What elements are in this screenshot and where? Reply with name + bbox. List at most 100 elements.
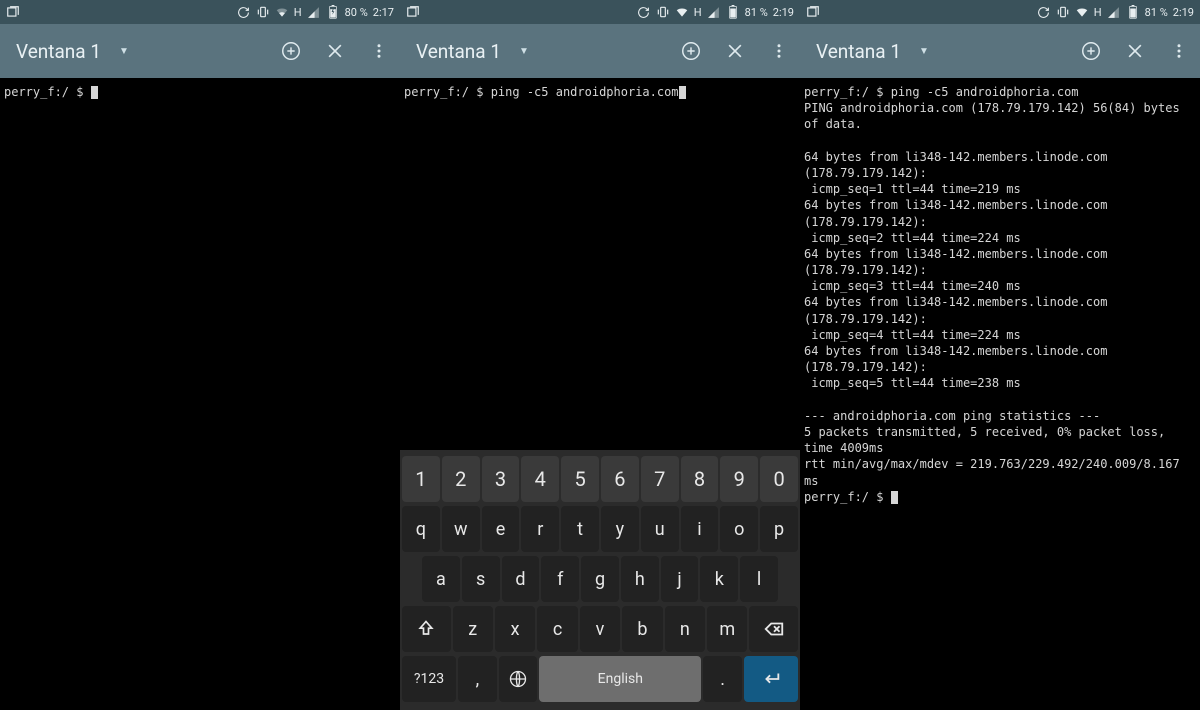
key-t[interactable]: t — [561, 506, 599, 552]
key-e[interactable]: e — [482, 506, 520, 552]
status-bar: H 81 % 2:19 — [400, 0, 800, 24]
key-s[interactable]: s — [462, 556, 500, 602]
overflow-menu-icon[interactable] — [768, 40, 790, 62]
overflow-menu-icon[interactable] — [1168, 40, 1190, 62]
wifi-icon — [275, 5, 289, 19]
key-5[interactable]: 5 — [561, 456, 599, 502]
app-toolbar: Ventana 1 ▼ — [400, 24, 800, 78]
close-icon[interactable] — [724, 40, 746, 62]
vibrate-icon — [1056, 5, 1070, 19]
key-g[interactable]: g — [581, 556, 619, 602]
sync-icon — [637, 5, 651, 19]
close-icon[interactable] — [1124, 40, 1146, 62]
key-p[interactable]: p — [760, 506, 798, 552]
key-9[interactable]: 9 — [720, 456, 758, 502]
add-window-icon[interactable] — [680, 40, 702, 62]
add-window-icon[interactable] — [280, 40, 302, 62]
enter-key[interactable] — [744, 656, 798, 702]
screenshot-panel-2: H 81 % 2:19 Ventana 1 ▼ perry_f:/ $ ping… — [400, 0, 800, 710]
sync-icon — [1037, 5, 1051, 19]
clock-text: 2:19 — [773, 6, 794, 19]
screenshot-panel-3: H 81 % 2:19 Ventana 1 ▼ perry_f:/ $ ping… — [800, 0, 1200, 710]
tabs-icon — [806, 5, 820, 19]
sync-icon — [237, 5, 251, 19]
screenshot-panel-1: H 80 % 2:17 Ventana 1 ▼ perry_f:/ $ — [0, 0, 400, 710]
shift-key[interactable] — [402, 606, 451, 652]
net-letter: H — [294, 6, 302, 19]
clock-text: 2:19 — [1173, 6, 1194, 19]
net-letter: H — [1094, 6, 1102, 19]
terminal-output[interactable]: perry_f:/ $ — [0, 78, 400, 710]
key-b[interactable]: b — [622, 606, 662, 652]
key-c[interactable]: c — [537, 606, 577, 652]
backspace-key[interactable] — [749, 606, 798, 652]
key-8[interactable]: 8 — [681, 456, 719, 502]
space-key[interactable]: English — [539, 656, 701, 702]
wifi-icon — [675, 5, 689, 19]
net-letter: H — [694, 6, 702, 19]
window-dropdown[interactable]: Ventana 1 ▼ — [16, 40, 129, 63]
app-toolbar: Ventana 1 ▼ — [0, 24, 400, 78]
key-1[interactable]: 1 — [402, 456, 440, 502]
battery-text: 80 % — [345, 6, 368, 19]
key-i[interactable]: i — [681, 506, 719, 552]
add-window-icon[interactable] — [1080, 40, 1102, 62]
battery-text: 81 % — [745, 6, 768, 19]
key-0[interactable]: 0 — [760, 456, 798, 502]
key-f[interactable]: f — [541, 556, 579, 602]
clock-text: 2:17 — [373, 6, 394, 19]
symbols-key[interactable]: ?123 — [402, 656, 456, 702]
battery-icon — [1126, 5, 1140, 19]
key-q[interactable]: q — [402, 506, 440, 552]
signal-icon — [707, 5, 721, 19]
window-dropdown[interactable]: Ventana 1 ▼ — [416, 40, 529, 63]
key-2[interactable]: 2 — [442, 456, 480, 502]
key-n[interactable]: n — [665, 606, 705, 652]
key-4[interactable]: 4 — [521, 456, 559, 502]
battery-icon — [326, 5, 340, 19]
key-7[interactable]: 7 — [641, 456, 679, 502]
language-key[interactable] — [499, 656, 538, 702]
signal-icon — [307, 5, 321, 19]
key-a[interactable]: a — [422, 556, 460, 602]
chevron-down-icon: ▼ — [119, 46, 129, 57]
key-h[interactable]: h — [621, 556, 659, 602]
tabs-icon — [406, 5, 420, 19]
key-y[interactable]: y — [601, 506, 639, 552]
tabs-icon — [6, 5, 20, 19]
window-title: Ventana 1 — [816, 40, 901, 63]
key-x[interactable]: x — [495, 606, 535, 652]
key-l[interactable]: l — [740, 556, 778, 602]
key-j[interactable]: j — [661, 556, 699, 602]
key-m[interactable]: m — [707, 606, 747, 652]
window-dropdown[interactable]: Ventana 1 ▼ — [816, 40, 929, 63]
chevron-down-icon: ▼ — [519, 46, 529, 57]
chevron-down-icon: ▼ — [919, 46, 929, 57]
key-z[interactable]: z — [453, 606, 493, 652]
app-toolbar: Ventana 1 ▼ — [800, 24, 1200, 78]
key-3[interactable]: 3 — [482, 456, 520, 502]
close-icon[interactable] — [324, 40, 346, 62]
battery-text: 81 % — [1145, 6, 1168, 19]
period-key[interactable]: . — [703, 656, 742, 702]
window-title: Ventana 1 — [416, 40, 501, 63]
overflow-menu-icon[interactable] — [368, 40, 390, 62]
key-v[interactable]: v — [580, 606, 620, 652]
comma-key[interactable]: , — [458, 656, 497, 702]
vibrate-icon — [656, 5, 670, 19]
key-w[interactable]: w — [442, 506, 480, 552]
status-bar: H 81 % 2:19 — [800, 0, 1200, 24]
key-o[interactable]: o — [720, 506, 758, 552]
vibrate-icon — [256, 5, 270, 19]
key-u[interactable]: u — [641, 506, 679, 552]
key-6[interactable]: 6 — [601, 456, 639, 502]
status-bar: H 80 % 2:17 — [0, 0, 400, 24]
window-title: Ventana 1 — [16, 40, 101, 63]
key-k[interactable]: k — [700, 556, 738, 602]
wifi-icon — [1075, 5, 1089, 19]
signal-icon — [1107, 5, 1121, 19]
key-d[interactable]: d — [502, 556, 540, 602]
soft-keyboard: 1234567890 qwertyuiop asdfghjkl zxcvbnm ?123… — [400, 450, 800, 710]
terminal-output[interactable]: perry_f:/ $ ping -c5 androidphoria.com P… — [800, 78, 1200, 710]
key-r[interactable]: r — [521, 506, 559, 552]
